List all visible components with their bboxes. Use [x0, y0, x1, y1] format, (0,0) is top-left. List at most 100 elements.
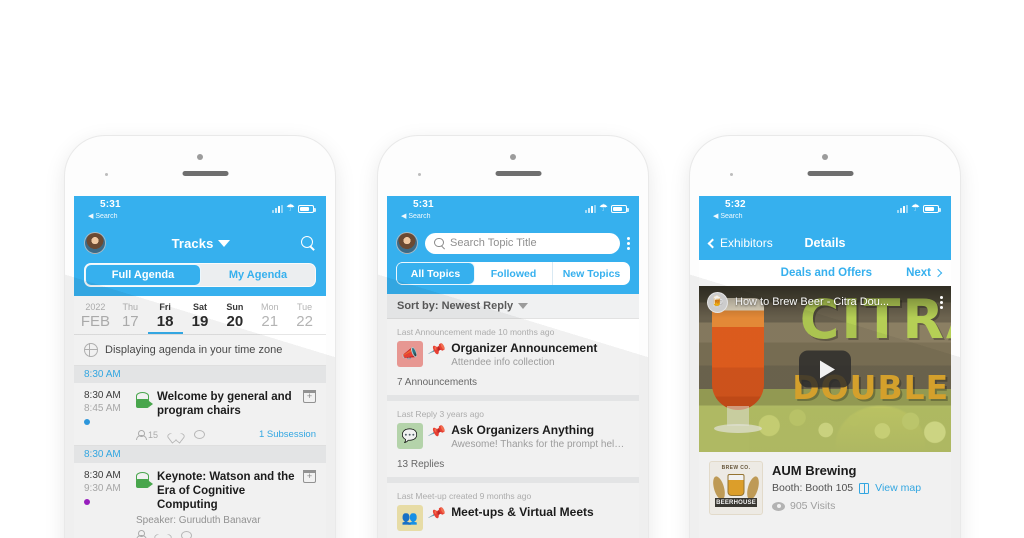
avatar[interactable] [396, 232, 418, 254]
wifi-icon: ☂ [599, 203, 608, 214]
video-icon [136, 399, 153, 408]
sensor-dot [105, 173, 108, 176]
next-button[interactable]: Next [906, 267, 943, 279]
date-strip: 2022 FEB Thu 17 Fri 18 Sat 19 Sun 20 Mon… [74, 296, 326, 335]
date-cell-sat-19[interactable]: Sat 19 [183, 301, 218, 334]
topic-title: Meet-ups & Virtual Meets [451, 505, 594, 519]
exhibitor-booth-row: Booth: Booth 105 View map [772, 482, 941, 494]
comment-icon[interactable] [181, 530, 192, 538]
topic-row[interactable]: Last Reply 3 years ago 💬 📌 Ask Organizer… [387, 401, 639, 483]
tab-new-topics[interactable]: New Topics [553, 262, 630, 285]
chevron-down-icon [218, 239, 231, 247]
tracks-dropdown[interactable]: Tracks [102, 236, 300, 251]
search-icon[interactable] [300, 235, 316, 251]
sensor-dot [730, 173, 733, 176]
time-group-header: 8:30 AM [74, 366, 326, 383]
date-cell-tue-22[interactable]: Tue 22 [287, 301, 322, 334]
signal-icon [897, 205, 909, 213]
timezone-text: Displaying agenda in your time zone [105, 344, 283, 356]
agenda-segmented-control: Full Agenda My Agenda [74, 260, 326, 296]
live-stream-icon [136, 391, 149, 400]
track-color-dot [84, 499, 90, 505]
date-cell-thu-17[interactable]: Thu 17 [113, 301, 148, 334]
status-back-label: ◀ Search [401, 212, 431, 220]
channel-avatar[interactable] [707, 291, 728, 313]
topic-title: Ask Organizers Anything [451, 423, 595, 437]
tab-full-agenda[interactable]: Full Agenda [85, 264, 201, 286]
session-title: Welcome by general and program chairs [157, 391, 292, 417]
date-top: Tue [296, 302, 313, 312]
topic-icon-tile: 📣 [397, 341, 423, 367]
add-to-calendar-icon[interactable] [302, 469, 317, 483]
comment-icon[interactable] [194, 430, 206, 439]
phone3-screen: 5:32 ◀ Search ☂ Exhibitors Details Deals… [699, 196, 951, 538]
video-player[interactable]: CITRA DOUBLE IPA How to Brew Beer - Citr… [699, 286, 951, 452]
session-times: 8:30 AM 8:45 AM [84, 389, 130, 425]
status-time: 5:31 [100, 199, 121, 210]
back-label: Exhibitors [720, 236, 773, 250]
status-indicators: ☂ [585, 203, 629, 214]
back-caret-icon: ◀ [401, 213, 407, 220]
phone-bezel-top [690, 136, 960, 196]
chat-icon: 💬 [401, 428, 419, 443]
battery-icon [923, 205, 941, 213]
mockup-stage: 5:31 ◀ Search ☂ Tracks Full Agenda My Ag… [0, 0, 1024, 538]
topic-icon-tile: 💬 [397, 423, 423, 449]
subsession-link[interactable]: 1 Subsession [259, 429, 316, 440]
topic-meta: Last Reply 3 years ago [397, 409, 484, 419]
camera-dot [822, 154, 828, 160]
session-footer: 15 1 Subsession [84, 429, 316, 440]
phone-mockup-agenda: 5:31 ◀ Search ☂ Tracks Full Agenda My Ag… [65, 136, 335, 538]
tab-followed[interactable]: Followed [475, 262, 553, 285]
signal-icon [272, 205, 284, 213]
add-to-calendar-icon[interactable] [302, 389, 317, 403]
search-input[interactable]: Search Topic Title [425, 232, 620, 254]
people-icon [136, 530, 147, 538]
battery-icon [298, 205, 316, 213]
beer-glass-decor [708, 298, 768, 438]
like-icon[interactable] [171, 430, 181, 439]
logo-top-text: BREW CO. [721, 465, 751, 471]
chevron-left-icon [707, 238, 718, 248]
sensor-dot [418, 173, 421, 176]
date-cell-mon-21[interactable]: Mon 21 [252, 301, 287, 334]
exhibitor-info: AUM Brewing Booth: Booth 105 View map 90… [772, 461, 941, 515]
speaker-grill [182, 171, 229, 176]
tab-all-topics[interactable]: All Topics [396, 262, 475, 285]
date-cell-sun-20[interactable]: Sun 20 [217, 301, 252, 334]
kebab-menu-icon[interactable] [940, 295, 943, 309]
chevron-right-icon [933, 268, 943, 278]
exhibitor-logo: BREW CO. BEERHOUSE [709, 461, 763, 515]
date-cell-fri-18[interactable]: Fri 18 [147, 301, 183, 334]
topic-subtitle: Attendee info collection [451, 357, 555, 368]
play-icon[interactable] [799, 350, 851, 388]
kebab-menu-icon[interactable] [627, 236, 630, 250]
people-icon: 👥 [401, 510, 419, 525]
pin-icon: 📌 [427, 421, 448, 442]
topic-row[interactable]: Last Meet-up created 9 months ago 👥 📌 Me… [387, 483, 639, 538]
sort-control[interactable]: Sort by: Newest Reply [387, 294, 639, 319]
timezone-notice: Displaying agenda in your time zone [74, 335, 326, 366]
hops-decor [749, 408, 951, 452]
topic-icon-tile: 👥 [397, 505, 423, 531]
session-row[interactable]: 8:30 AM 9:30 AM Keynote: Watson and the … [74, 463, 326, 538]
topic-row[interactable]: Last Announcement made 10 months ago 📣 📌… [387, 319, 639, 401]
back-button[interactable]: Exhibitors [707, 236, 773, 250]
tab-my-agenda[interactable]: My Agenda [201, 264, 315, 286]
deals-and-offers-link[interactable]: Deals and Offers [781, 267, 872, 279]
date-top: Thu [122, 302, 139, 312]
like-icon[interactable] [158, 531, 168, 538]
session-row[interactable]: 8:30 AM 8:45 AM Welcome by general and p… [74, 383, 326, 446]
people-icon [136, 429, 147, 440]
view-map-link[interactable]: View map [875, 482, 921, 494]
date-bottom: FEB [80, 313, 111, 330]
status-bar: 5:31 ◀ Search ☂ [74, 196, 326, 226]
track-color-dot [84, 419, 90, 425]
session-start: 8:30 AM [84, 470, 121, 481]
topic-subtitle: Awesome! Thanks for the prompt help, @Lo… [451, 439, 629, 450]
map-icon[interactable] [859, 482, 870, 494]
tracks-label: Tracks [171, 235, 214, 251]
date-bottom: 19 [191, 313, 209, 330]
attendee-count: 15 [136, 429, 158, 440]
status-back-text: Search [408, 213, 431, 220]
